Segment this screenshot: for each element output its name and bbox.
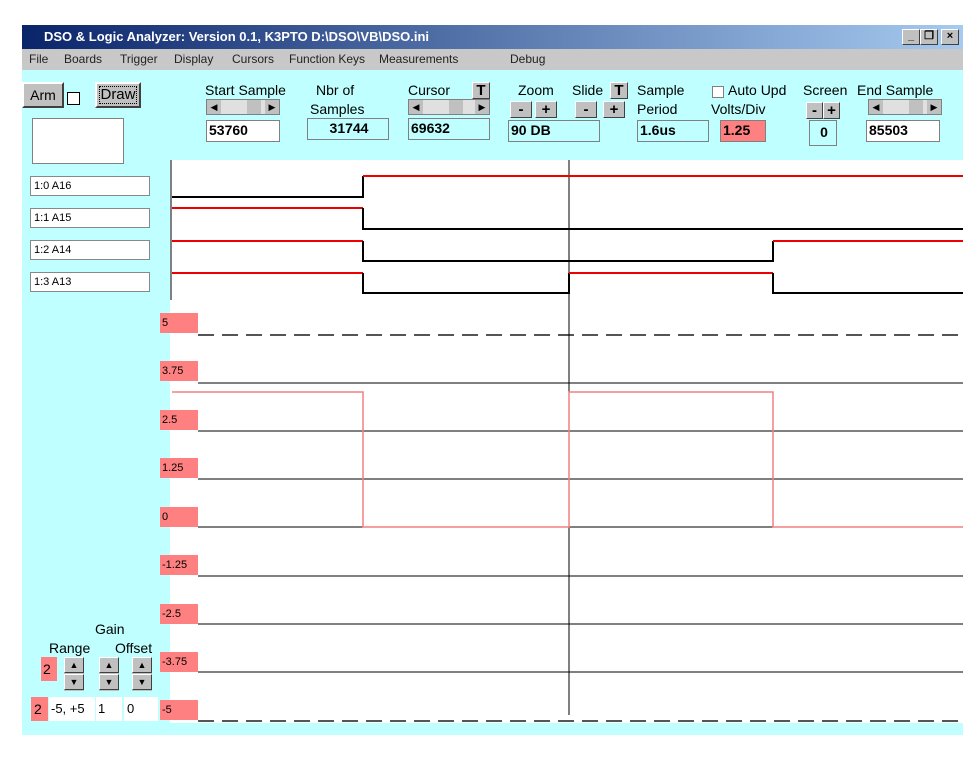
offset-field[interactable]: 0 <box>124 697 158 721</box>
volt-label: 1.25 <box>160 458 198 478</box>
volt-label: -2.5 <box>160 604 198 624</box>
analog-channel-field: 2 <box>31 697 48 721</box>
volt-label: -5 <box>160 700 198 720</box>
volt-label: 0 <box>160 507 198 527</box>
gain-spinner[interactable]: ▲ ▼ <box>99 657 119 691</box>
range-spinner[interactable]: ▲ ▼ <box>64 657 84 691</box>
offset-label: Offset <box>115 640 153 656</box>
volt-label: 2.5 <box>160 410 198 430</box>
gain-field[interactable]: 1 <box>96 697 122 721</box>
gain-label: Gain <box>95 621 125 637</box>
range-select[interactable]: 2 <box>41 657 57 681</box>
volt-label: -3.75 <box>160 652 198 672</box>
range-field[interactable]: -5, +5 <box>49 697 95 721</box>
volt-label: 5 <box>160 313 198 333</box>
offset-spinner[interactable]: ▲ ▼ <box>132 657 152 691</box>
volt-label: 3.75 <box>160 361 198 381</box>
range-label: Range <box>49 640 91 656</box>
volt-label: -1.25 <box>160 555 198 575</box>
